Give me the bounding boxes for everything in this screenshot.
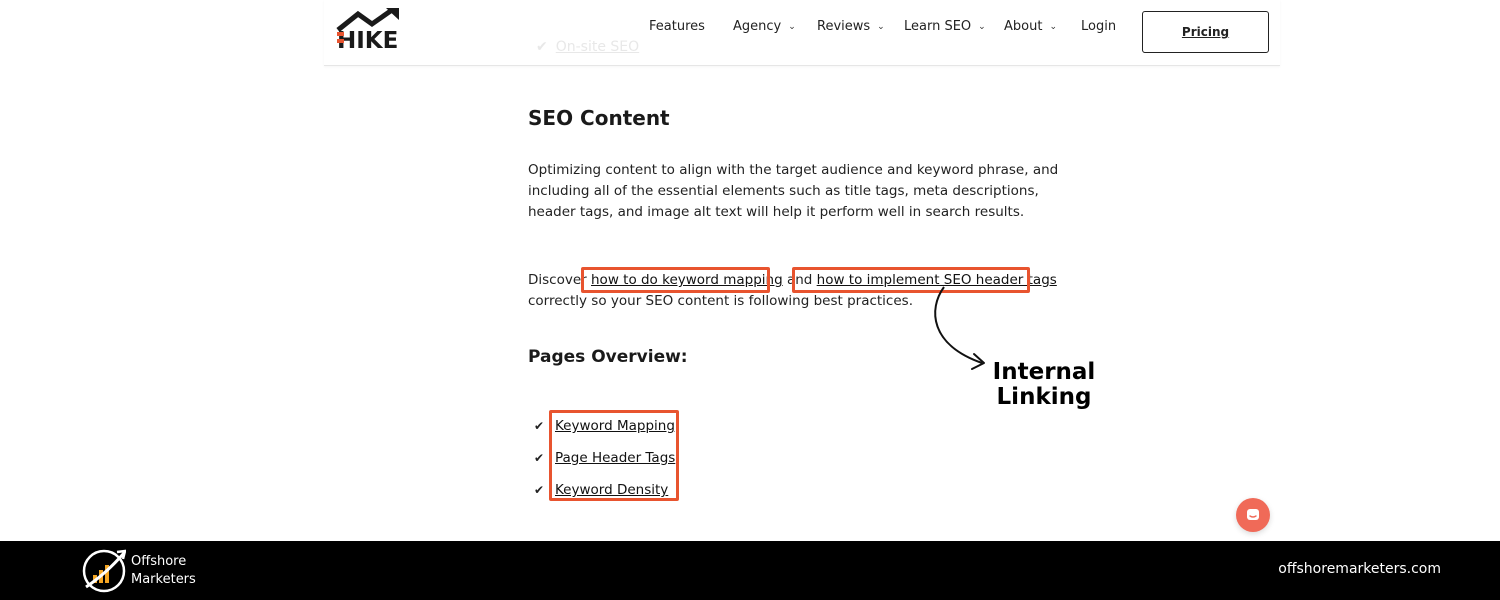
chat-widget-button[interactable] — [1236, 498, 1270, 532]
intro-paragraph: Optimizing content to align with the tar… — [528, 162, 1059, 220]
main-nav: Features Agency ⌄ Reviews ⌄ Learn SEO ⌄ … — [0, 0, 1500, 56]
list-highlight-box — [549, 410, 679, 501]
nav-features[interactable]: Features — [649, 19, 705, 34]
annotation-line: Internal — [992, 359, 1096, 385]
site-url: offshoremarketers.com — [1278, 561, 1441, 577]
check-icon: ✔ — [534, 419, 545, 433]
nav-reviews[interactable]: Reviews ⌄ — [817, 19, 885, 34]
internal-linking-annotation: Internal Linking — [980, 360, 1108, 410]
chevron-down-icon: ⌄ — [1049, 21, 1057, 32]
page: ✔ On-site SEO HIKE Features Agency ⌄ Revi… — [0, 0, 1500, 541]
nav-agency[interactable]: Agency ⌄ — [733, 19, 796, 34]
nav-label: Login — [1081, 19, 1117, 34]
nav-learn-seo[interactable]: Learn SEO ⌄ — [904, 19, 986, 34]
discover-suffix: correctly so your SEO content is followi… — [528, 293, 913, 309]
nav-label: About — [1004, 19, 1043, 34]
nav-about[interactable]: About ⌄ — [1004, 19, 1057, 34]
nav-label: Learn SEO — [904, 19, 972, 34]
footer-banner: Offshore Marketers offshoremarketers.com — [0, 541, 1500, 600]
chevron-down-icon: ⌄ — [788, 21, 796, 32]
offshore-marketers-logo — [82, 549, 126, 593]
chevron-down-icon: ⌄ — [877, 21, 885, 32]
nav-login[interactable]: Login — [1081, 19, 1116, 34]
section-heading: SEO Content — [528, 106, 670, 130]
chat-icon — [1247, 509, 1259, 520]
annotation-line: Linking — [996, 384, 1092, 410]
brand-line: Marketers — [131, 572, 196, 587]
offshore-marketers-brand: Offshore Marketers — [82, 549, 196, 593]
link-highlight-box — [581, 267, 770, 293]
check-icon: ✔ — [534, 483, 545, 497]
nav-label: Reviews — [817, 19, 871, 34]
brand-line: Offshore — [131, 554, 187, 569]
brand-name: Offshore Marketers — [131, 553, 196, 589]
pricing-button[interactable]: Pricing — [1142, 11, 1269, 53]
nav-label: Agency — [733, 19, 782, 34]
pricing-label: Pricing — [1181, 25, 1230, 39]
nav-label: Features — [649, 19, 705, 34]
chevron-down-icon: ⌄ — [978, 21, 986, 32]
check-icon: ✔ — [534, 451, 545, 465]
pages-overview-heading: Pages Overview: — [528, 347, 688, 367]
